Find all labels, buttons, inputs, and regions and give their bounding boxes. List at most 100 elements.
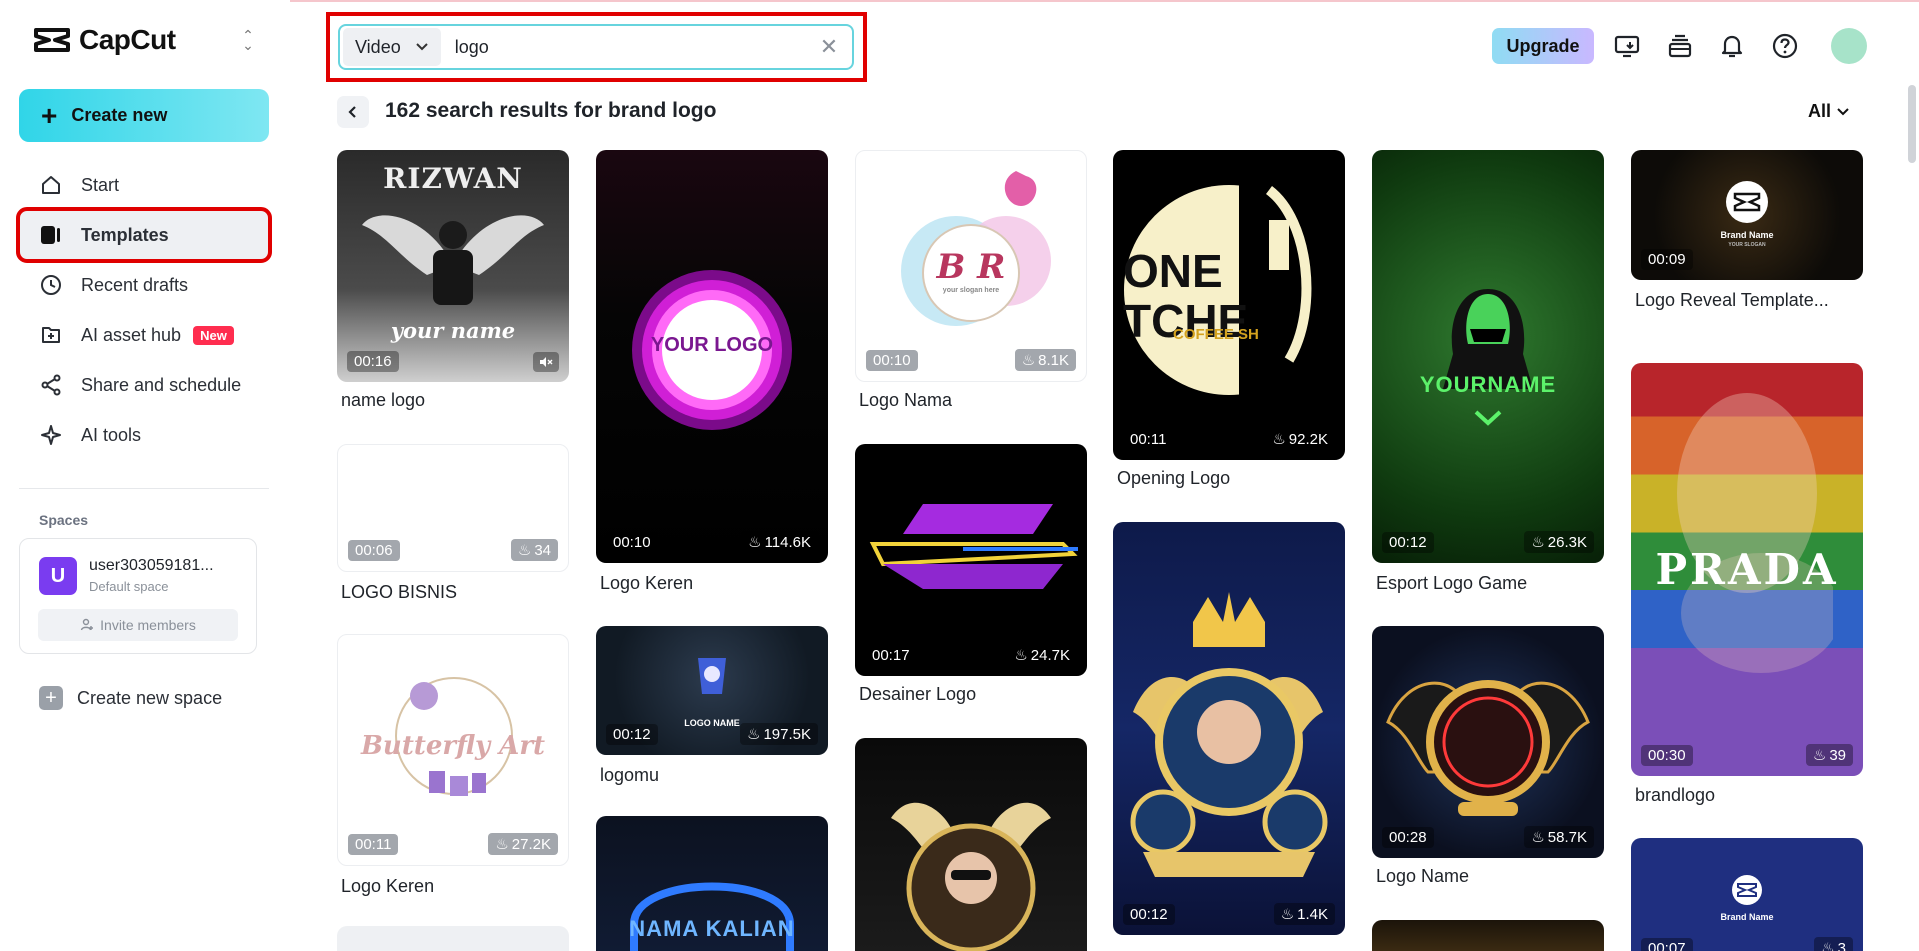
new-badge: New: [193, 325, 234, 345]
play-count: 34: [534, 541, 551, 559]
duration-badge: 00:10: [866, 350, 918, 371]
template-thumbnail: RIZWAN your name 00:16: [337, 150, 569, 382]
invite-members-button[interactable]: Invite members: [38, 609, 238, 641]
template-title: Logo Name: [1376, 866, 1470, 886]
sidebar-item-ai-asset-hub[interactable]: AI asset hub New: [19, 310, 269, 360]
user-avatar[interactable]: [1831, 28, 1867, 64]
home-icon: [39, 173, 63, 197]
template-thumbnail: LOGO NAME 00:12 ♨ 197.5K: [596, 626, 828, 755]
template-thumbnail: NAMA KALIAN: [596, 816, 828, 951]
play-count: 8.1K: [1038, 351, 1069, 369]
space-avatar: U: [39, 557, 77, 595]
winged-emblem-graphic: [1386, 680, 1590, 816]
play-count-badge: ♨ 34: [510, 539, 558, 561]
sidebar-item-templates[interactable]: Templates: [16, 207, 272, 263]
chevron-down-icon: [1837, 107, 1849, 115]
sidebar-item-share-schedule[interactable]: Share and schedule: [19, 360, 269, 410]
search-type-dropdown[interactable]: Video: [343, 28, 441, 66]
sidebar-nav: Start Templates Recent drafts AI asset h…: [16, 160, 272, 460]
help-icon[interactable]: [1771, 32, 1799, 60]
sidebar-item-recent-drafts[interactable]: Recent drafts: [19, 260, 269, 310]
clock-icon: [39, 273, 63, 297]
bell-icon[interactable]: [1718, 32, 1746, 60]
thumbnail-text: your slogan here: [942, 287, 1000, 294]
mute-icon[interactable]: [533, 352, 559, 372]
create-new-button[interactable]: + Create new: [19, 89, 269, 142]
sidebar-item-start[interactable]: Start: [19, 160, 269, 210]
create-new-space-button[interactable]: + Create new space: [39, 686, 222, 710]
thumbnail-text: RIZWAN: [383, 162, 523, 195]
sparkle-icon: [39, 423, 63, 447]
duration-badge: 00:12: [1382, 532, 1434, 553]
create-new-space-label: Create new space: [77, 687, 223, 708]
template-thumbnail: Butterfly Art 00:11 ♨ 27.2K: [337, 634, 569, 866]
duration-badge: 00:10: [606, 532, 658, 553]
template-thumbnail: 00:28 ♨ 58.7K: [1372, 626, 1604, 858]
play-count-badge: ♨ 92.2K: [1265, 428, 1335, 450]
play-count: 24.7K: [1030, 646, 1070, 664]
thumbnail-text: Brand Name: [1720, 912, 1774, 922]
play-count: 39: [1829, 746, 1846, 764]
play-count-badge: ♨ 3: [1814, 937, 1853, 951]
upgrade-button[interactable]: Upgrade: [1492, 28, 1594, 64]
chevron-down-icon: [416, 43, 428, 51]
template-title: Logo Nama: [859, 390, 953, 410]
template-thumbnail: YOUR LOGO 00:10 ♨ 114.6K: [596, 150, 828, 563]
search-type-label: Video: [355, 36, 401, 57]
play-count-badge: ♨ 114.6K: [741, 531, 818, 553]
play-count: 58.7K: [1547, 828, 1587, 846]
space-card[interactable]: U user303059181... Default space Invite …: [19, 538, 257, 654]
flame-icon: ♨: [1531, 829, 1545, 846]
sidebar: CapCut ⌃ ⌄ + Create new Start Templates R…: [0, 0, 290, 951]
play-count: 114.6K: [764, 533, 811, 551]
play-count-badge: ♨ 1.4K: [1273, 903, 1335, 925]
sidebar-item-ai-tools[interactable]: AI tools: [19, 410, 269, 460]
duration-badge: 00:12: [606, 724, 658, 745]
template-title: logomu: [600, 765, 660, 785]
brand-logo[interactable]: CapCut: [33, 24, 176, 56]
wings-graphic: [362, 215, 544, 305]
flame-icon: ♨: [1014, 647, 1028, 664]
template-title: Logo Keren: [600, 573, 694, 593]
search-bar: Video ✕: [338, 24, 854, 70]
template-thumbnail: 00:06 ♨ 34: [337, 444, 569, 572]
workspace-switch-icon[interactable]: ⌃ ⌄: [240, 28, 256, 52]
stack-icon[interactable]: [1666, 32, 1694, 60]
play-count: 197.5K: [763, 725, 811, 743]
play-count-badge: ♨ 58.7K: [1524, 826, 1594, 848]
template-title: Logo Keren: [341, 876, 435, 896]
portrait-overlay-graphic: [1677, 393, 1833, 673]
sidebar-divider: [19, 488, 269, 489]
filter-dropdown[interactable]: All: [1808, 101, 1849, 122]
search-input[interactable]: [454, 36, 795, 58]
sidebar-item-label: Recent drafts: [81, 274, 189, 295]
flame-icon: ♨: [1812, 747, 1827, 764]
results-title: 162 search results for brand logo: [385, 99, 717, 122]
play-count-badge: ♨ 39: [1805, 744, 1853, 766]
play-count: 92.2K: [1288, 430, 1328, 448]
template-thumbnail: 00:12 ♨ 1.4K: [1113, 522, 1345, 935]
template-title: Desainer Logo: [859, 684, 977, 704]
capcut-logo-icon: [34, 28, 70, 52]
page-scrollbar[interactable]: [1908, 85, 1916, 163]
crown-badge-graphic: [1130, 592, 1328, 877]
back-button[interactable]: [337, 96, 369, 128]
template-thumbnail: B R your slogan here 00:10 ♨ 8.1K: [855, 150, 1087, 382]
duration-badge: 00:16: [347, 351, 399, 372]
thumbnail-text: your name: [390, 318, 516, 343]
desktop-download-icon[interactable]: [1613, 32, 1641, 60]
flame-icon: ♨: [1272, 431, 1286, 448]
template-thumbnail: YOURNAME 00:12 ♨ 26.3K: [1372, 150, 1604, 563]
template-title: LOGO BISNIS: [341, 582, 458, 602]
duration-badge: 00:17: [865, 645, 917, 666]
speed-logo-graphic: [869, 504, 1078, 589]
templates-icon: [39, 223, 63, 247]
clear-search-icon[interactable]: ✕: [818, 36, 840, 58]
template-title: name logo: [341, 390, 426, 410]
template-title: Opening Logo: [1117, 468, 1231, 488]
flame-icon: ♨: [748, 534, 762, 551]
flame-icon: ♨: [1821, 940, 1835, 951]
flame-icon: ♨: [747, 726, 761, 743]
thumbnail-text: YOURNAME: [1419, 372, 1557, 397]
sidebar-item-label: AI asset hub: [81, 324, 182, 345]
